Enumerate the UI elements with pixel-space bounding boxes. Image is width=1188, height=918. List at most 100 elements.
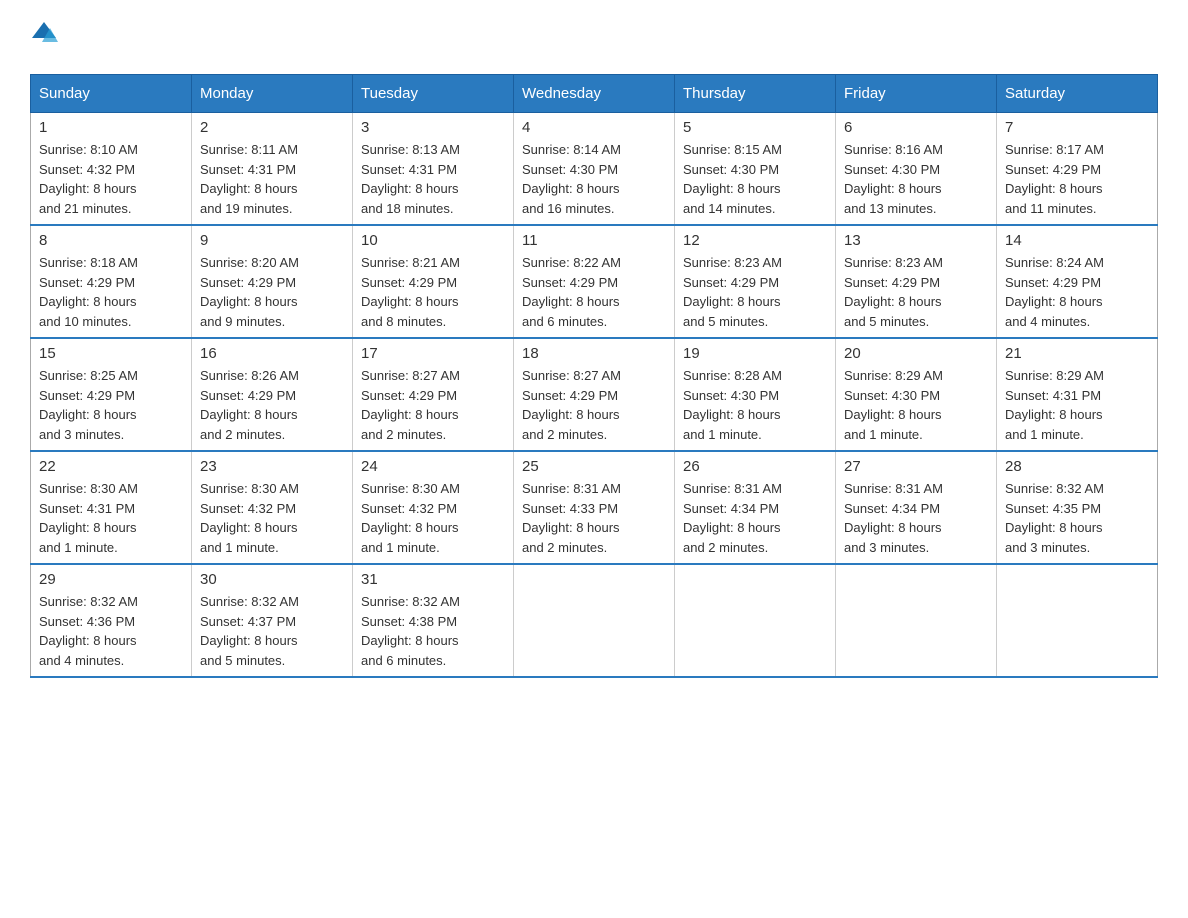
day-info: Sunrise: 8:27 AMSunset: 4:29 PMDaylight:… [361, 368, 460, 442]
calendar-cell: 6 Sunrise: 8:16 AMSunset: 4:30 PMDayligh… [836, 113, 997, 226]
day-info: Sunrise: 8:27 AMSunset: 4:29 PMDaylight:… [522, 368, 621, 442]
weekday-header-friday: Friday [836, 75, 997, 113]
calendar-cell: 24 Sunrise: 8:30 AMSunset: 4:32 PMDaylig… [353, 451, 514, 564]
calendar-cell: 17 Sunrise: 8:27 AMSunset: 4:29 PMDaylig… [353, 338, 514, 451]
calendar-cell: 19 Sunrise: 8:28 AMSunset: 4:30 PMDaylig… [675, 338, 836, 451]
day-info: Sunrise: 8:15 AMSunset: 4:30 PMDaylight:… [683, 142, 782, 216]
day-number: 5 [683, 119, 827, 136]
weekday-header-tuesday: Tuesday [353, 75, 514, 113]
weekday-header-wednesday: Wednesday [514, 75, 675, 113]
day-info: Sunrise: 8:13 AMSunset: 4:31 PMDaylight:… [361, 142, 460, 216]
calendar-cell: 15 Sunrise: 8:25 AMSunset: 4:29 PMDaylig… [31, 338, 192, 451]
calendar-cell: 27 Sunrise: 8:31 AMSunset: 4:34 PMDaylig… [836, 451, 997, 564]
day-number: 19 [683, 345, 827, 362]
day-number: 14 [1005, 232, 1149, 249]
calendar-cell: 13 Sunrise: 8:23 AMSunset: 4:29 PMDaylig… [836, 225, 997, 338]
calendar-cell: 30 Sunrise: 8:32 AMSunset: 4:37 PMDaylig… [192, 564, 353, 677]
day-number: 31 [361, 571, 505, 588]
day-number: 2 [200, 119, 344, 136]
day-number: 16 [200, 345, 344, 362]
day-info: Sunrise: 8:21 AMSunset: 4:29 PMDaylight:… [361, 255, 460, 329]
day-number: 7 [1005, 119, 1149, 136]
day-number: 22 [39, 458, 183, 475]
day-info: Sunrise: 8:30 AMSunset: 4:32 PMDaylight:… [361, 481, 460, 555]
day-info: Sunrise: 8:28 AMSunset: 4:30 PMDaylight:… [683, 368, 782, 442]
calendar-cell [997, 564, 1158, 677]
calendar-week-1: 1 Sunrise: 8:10 AMSunset: 4:32 PMDayligh… [31, 113, 1158, 226]
day-info: Sunrise: 8:24 AMSunset: 4:29 PMDaylight:… [1005, 255, 1104, 329]
logo-icon [30, 18, 58, 46]
day-info: Sunrise: 8:17 AMSunset: 4:29 PMDaylight:… [1005, 142, 1104, 216]
weekday-header-saturday: Saturday [997, 75, 1158, 113]
day-number: 27 [844, 458, 988, 475]
day-info: Sunrise: 8:22 AMSunset: 4:29 PMDaylight:… [522, 255, 621, 329]
day-info: Sunrise: 8:30 AMSunset: 4:32 PMDaylight:… [200, 481, 299, 555]
day-number: 24 [361, 458, 505, 475]
day-number: 13 [844, 232, 988, 249]
day-number: 15 [39, 345, 183, 362]
day-info: Sunrise: 8:32 AMSunset: 4:36 PMDaylight:… [39, 594, 138, 668]
calendar-cell [514, 564, 675, 677]
calendar-cell: 7 Sunrise: 8:17 AMSunset: 4:29 PMDayligh… [997, 113, 1158, 226]
calendar-cell: 31 Sunrise: 8:32 AMSunset: 4:38 PMDaylig… [353, 564, 514, 677]
weekday-header-monday: Monday [192, 75, 353, 113]
day-number: 17 [361, 345, 505, 362]
day-info: Sunrise: 8:23 AMSunset: 4:29 PMDaylight:… [683, 255, 782, 329]
calendar-cell: 8 Sunrise: 8:18 AMSunset: 4:29 PMDayligh… [31, 225, 192, 338]
calendar-cell [836, 564, 997, 677]
logo [30, 20, 58, 54]
calendar-cell [675, 564, 836, 677]
calendar-cell: 12 Sunrise: 8:23 AMSunset: 4:29 PMDaylig… [675, 225, 836, 338]
day-number: 28 [1005, 458, 1149, 475]
calendar-cell: 16 Sunrise: 8:26 AMSunset: 4:29 PMDaylig… [192, 338, 353, 451]
calendar-body: 1 Sunrise: 8:10 AMSunset: 4:32 PMDayligh… [31, 113, 1158, 678]
day-info: Sunrise: 8:31 AMSunset: 4:34 PMDaylight:… [683, 481, 782, 555]
calendar-cell: 1 Sunrise: 8:10 AMSunset: 4:32 PMDayligh… [31, 113, 192, 226]
weekday-header-sunday: Sunday [31, 75, 192, 113]
calendar-cell: 23 Sunrise: 8:30 AMSunset: 4:32 PMDaylig… [192, 451, 353, 564]
day-info: Sunrise: 8:32 AMSunset: 4:35 PMDaylight:… [1005, 481, 1104, 555]
calendar-cell: 26 Sunrise: 8:31 AMSunset: 4:34 PMDaylig… [675, 451, 836, 564]
logo-text [30, 20, 58, 54]
calendar-cell: 22 Sunrise: 8:30 AMSunset: 4:31 PMDaylig… [31, 451, 192, 564]
day-number: 30 [200, 571, 344, 588]
calendar-cell: 18 Sunrise: 8:27 AMSunset: 4:29 PMDaylig… [514, 338, 675, 451]
calendar-cell: 28 Sunrise: 8:32 AMSunset: 4:35 PMDaylig… [997, 451, 1158, 564]
calendar-table: SundayMondayTuesdayWednesdayThursdayFrid… [30, 74, 1158, 678]
day-info: Sunrise: 8:10 AMSunset: 4:32 PMDaylight:… [39, 142, 138, 216]
day-number: 9 [200, 232, 344, 249]
calendar-week-4: 22 Sunrise: 8:30 AMSunset: 4:31 PMDaylig… [31, 451, 1158, 564]
day-number: 12 [683, 232, 827, 249]
calendar-cell: 10 Sunrise: 8:21 AMSunset: 4:29 PMDaylig… [353, 225, 514, 338]
day-number: 8 [39, 232, 183, 249]
calendar-cell: 29 Sunrise: 8:32 AMSunset: 4:36 PMDaylig… [31, 564, 192, 677]
calendar-cell: 4 Sunrise: 8:14 AMSunset: 4:30 PMDayligh… [514, 113, 675, 226]
day-info: Sunrise: 8:20 AMSunset: 4:29 PMDaylight:… [200, 255, 299, 329]
day-number: 3 [361, 119, 505, 136]
day-number: 20 [844, 345, 988, 362]
day-number: 1 [39, 119, 183, 136]
day-info: Sunrise: 8:31 AMSunset: 4:33 PMDaylight:… [522, 481, 621, 555]
day-info: Sunrise: 8:29 AMSunset: 4:30 PMDaylight:… [844, 368, 943, 442]
day-number: 18 [522, 345, 666, 362]
day-number: 29 [39, 571, 183, 588]
day-info: Sunrise: 8:30 AMSunset: 4:31 PMDaylight:… [39, 481, 138, 555]
header-row: SundayMondayTuesdayWednesdayThursdayFrid… [31, 75, 1158, 113]
day-number: 23 [200, 458, 344, 475]
day-info: Sunrise: 8:26 AMSunset: 4:29 PMDaylight:… [200, 368, 299, 442]
calendar-cell: 3 Sunrise: 8:13 AMSunset: 4:31 PMDayligh… [353, 113, 514, 226]
calendar-cell: 25 Sunrise: 8:31 AMSunset: 4:33 PMDaylig… [514, 451, 675, 564]
day-number: 10 [361, 232, 505, 249]
day-number: 6 [844, 119, 988, 136]
day-info: Sunrise: 8:16 AMSunset: 4:30 PMDaylight:… [844, 142, 943, 216]
day-info: Sunrise: 8:31 AMSunset: 4:34 PMDaylight:… [844, 481, 943, 555]
day-info: Sunrise: 8:23 AMSunset: 4:29 PMDaylight:… [844, 255, 943, 329]
day-info: Sunrise: 8:14 AMSunset: 4:30 PMDaylight:… [522, 142, 621, 216]
page-header [30, 20, 1158, 54]
calendar-header: SundayMondayTuesdayWednesdayThursdayFrid… [31, 75, 1158, 113]
day-info: Sunrise: 8:11 AMSunset: 4:31 PMDaylight:… [200, 142, 298, 216]
day-info: Sunrise: 8:25 AMSunset: 4:29 PMDaylight:… [39, 368, 138, 442]
day-info: Sunrise: 8:32 AMSunset: 4:37 PMDaylight:… [200, 594, 299, 668]
day-number: 26 [683, 458, 827, 475]
day-info: Sunrise: 8:18 AMSunset: 4:29 PMDaylight:… [39, 255, 138, 329]
